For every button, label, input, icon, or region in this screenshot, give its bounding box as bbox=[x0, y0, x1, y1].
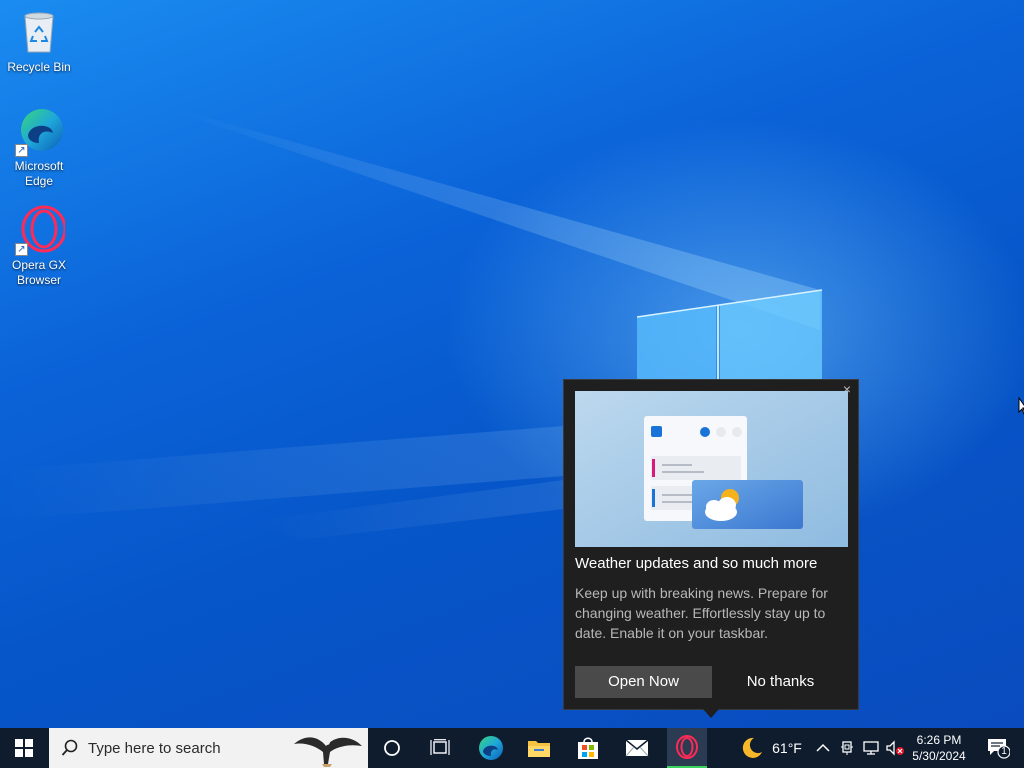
action-center-button[interactable]: 1 bbox=[976, 728, 1020, 768]
open-now-button[interactable]: Open Now bbox=[575, 666, 712, 698]
moon-icon bbox=[742, 737, 763, 758]
search-icon bbox=[61, 739, 78, 756]
desktop-icon-label: Recycle Bin bbox=[7, 60, 71, 74]
taskbar: Type here to search 61°F 6:26 PM 5/30/20… bbox=[0, 728, 1024, 768]
windows-start-icon bbox=[15, 739, 33, 757]
taskbar-file-explorer-button[interactable] bbox=[518, 728, 560, 768]
show-hidden-icons-button[interactable] bbox=[812, 728, 834, 768]
taskbar-weather-widget[interactable]: 61°F bbox=[733, 728, 809, 768]
desktop-icon-label: Microsoft Edge bbox=[14, 159, 64, 188]
task-view-button[interactable] bbox=[420, 728, 460, 768]
device-usb-icon bbox=[841, 741, 853, 755]
weather-promo-popup: × Weather updates and so much more Keep … bbox=[563, 379, 859, 710]
mouse-cursor-icon bbox=[1018, 397, 1024, 415]
desktop[interactable]: Recycle Bin ↗ Microsoft Edge ↗ Opera GX … bbox=[0, 0, 1024, 728]
start-button[interactable] bbox=[0, 728, 48, 768]
file-explorer-icon bbox=[528, 741, 550, 757]
volume-muted-icon bbox=[886, 740, 904, 756]
notification-count-badge: 1 bbox=[1001, 746, 1007, 757]
opera-gx-icon: ↗ bbox=[13, 204, 67, 256]
taskbar-mail-button[interactable] bbox=[616, 728, 658, 768]
popup-description: Keep up with breaking news. Prepare for … bbox=[575, 585, 828, 641]
cortana-button[interactable] bbox=[372, 728, 412, 768]
cortana-icon bbox=[384, 740, 400, 756]
desktop-icon-microsoft-edge[interactable]: ↗ Microsoft Edge bbox=[3, 105, 75, 189]
shortcut-arrow-icon: ↗ bbox=[15, 144, 28, 157]
clock-date: 5/30/2024 bbox=[912, 749, 966, 763]
desktop-icon-opera-gx[interactable]: ↗ Opera GX Browser bbox=[3, 204, 75, 288]
opera-gx-icon bbox=[676, 735, 698, 759]
edge-icon: ↗ bbox=[13, 105, 65, 157]
shortcut-arrow-icon: ↗ bbox=[15, 243, 28, 256]
weather-temperature: 61°F bbox=[772, 740, 802, 756]
chevron-up-icon bbox=[816, 743, 830, 752]
popup-pointer bbox=[703, 709, 719, 718]
clock-time: 6:26 PM bbox=[916, 733, 962, 747]
network-wired-icon bbox=[863, 741, 879, 755]
tray-network-button[interactable] bbox=[860, 728, 882, 768]
edge-icon bbox=[479, 736, 503, 760]
search-placeholder: Type here to search bbox=[88, 740, 221, 757]
mail-icon bbox=[625, 739, 649, 757]
tray-device-button[interactable] bbox=[837, 728, 857, 768]
task-view-icon bbox=[430, 739, 450, 755]
taskbar-search-box[interactable]: Type here to search bbox=[49, 728, 368, 768]
taskbar-store-button[interactable] bbox=[567, 728, 609, 768]
popup-title: Weather updates and so much more bbox=[575, 555, 818, 572]
taskbar-opera-gx-button[interactable] bbox=[667, 728, 707, 768]
desktop-icon-label: Opera GX Browser bbox=[11, 258, 67, 287]
desktop-icon-recycle-bin[interactable]: Recycle Bin bbox=[3, 6, 75, 75]
taskbar-clock[interactable]: 6:26 PM 5/30/2024 bbox=[906, 732, 972, 764]
no-thanks-button[interactable]: No thanks bbox=[712, 666, 849, 698]
recycle-bin-icon bbox=[13, 6, 65, 58]
search-highlight-bird-icon bbox=[294, 737, 362, 767]
microsoft-store-icon bbox=[578, 737, 598, 759]
taskbar-edge-button[interactable] bbox=[470, 728, 512, 768]
popup-illustration bbox=[575, 391, 848, 547]
tray-volume-button[interactable] bbox=[884, 728, 906, 768]
wallpaper-light-beams bbox=[0, 110, 820, 540]
